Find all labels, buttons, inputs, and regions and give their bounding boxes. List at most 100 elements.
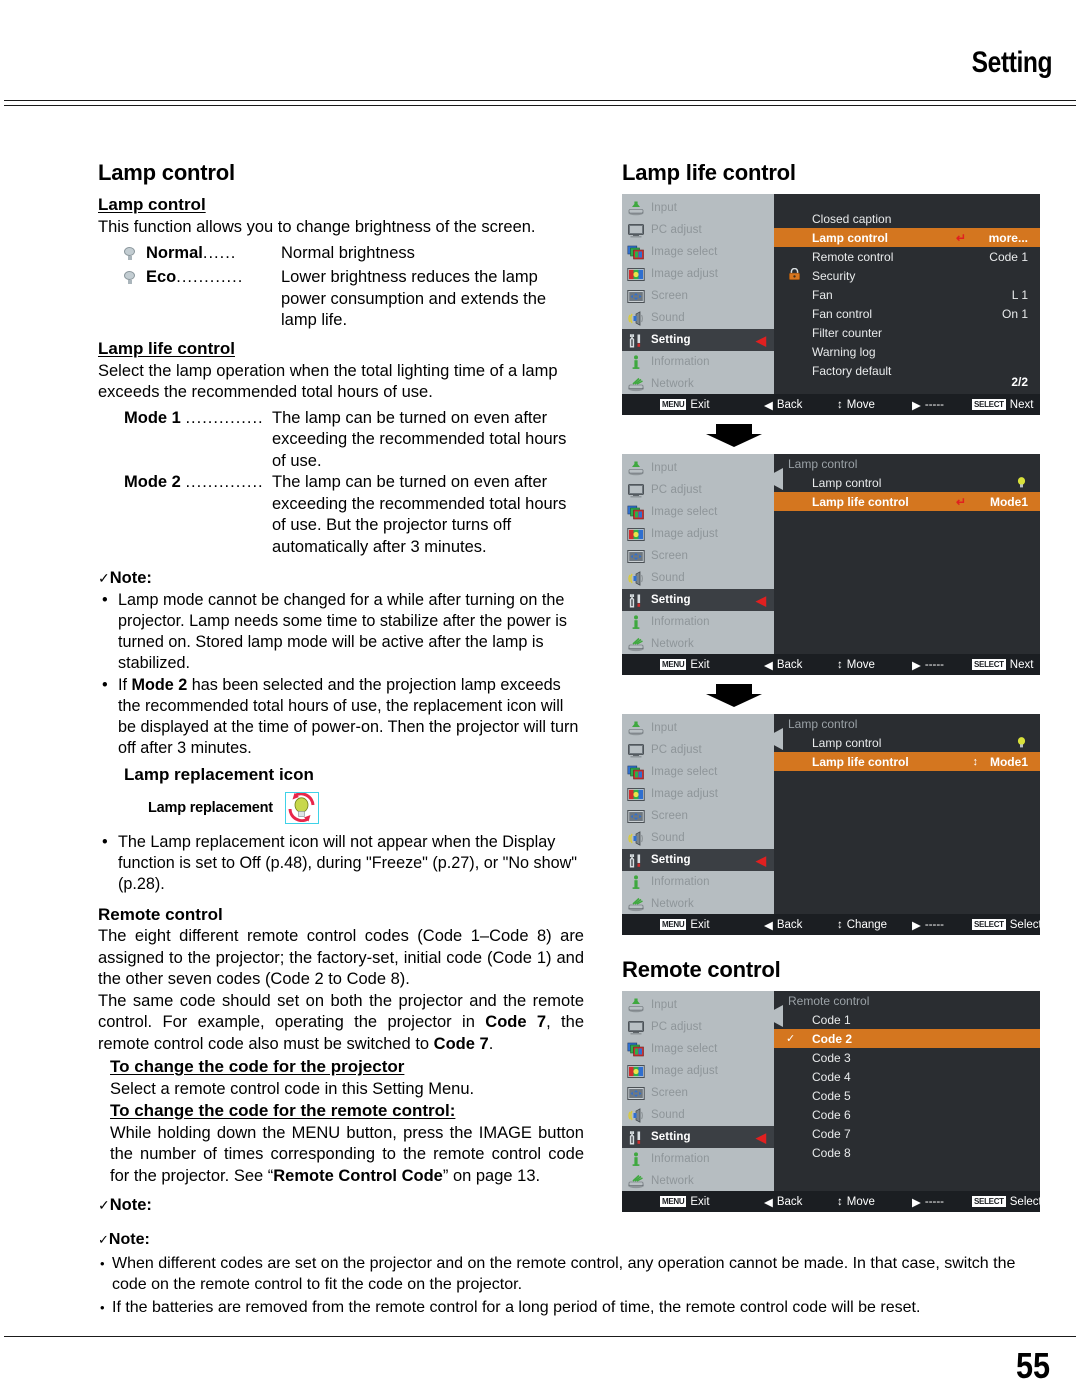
sidebar-item-label: Screen <box>651 810 689 822</box>
footer-move[interactable]: ↕ Move <box>837 399 875 411</box>
bottom-note-block: ✓Note: When different codes are set on t… <box>98 1231 1048 1320</box>
menu-item-label: Fan <box>812 287 833 302</box>
menu-item[interactable]: ↵ Lamp life control Mode1 <box>774 492 1040 511</box>
sidebar-item-network[interactable]: Network <box>622 893 774 915</box>
sidebar-item-setting[interactable]: Setting ◀ <box>622 1126 774 1148</box>
footer-back[interactable]: ◀ Back <box>764 918 802 932</box>
menu-item[interactable]: Warning log <box>774 342 1040 361</box>
sidebar-item-network[interactable]: Network <box>622 1170 774 1192</box>
sidebar-item-network[interactable]: Network <box>622 633 774 655</box>
menu-item[interactable]: Code 6 <box>774 1105 1040 1124</box>
menu-item[interactable]: ↵ Lamp control more... <box>774 228 1040 247</box>
sidebar-item-image-adjust[interactable]: Image adjust <box>622 1060 774 1082</box>
footer-exit[interactable]: MENU Exit <box>660 399 710 411</box>
sidebar-item-image-select[interactable]: Image select <box>622 761 774 783</box>
menu-item[interactable]: Lamp control <box>774 733 1040 752</box>
sidebar-item-sound[interactable]: Sound <box>622 567 774 589</box>
sidebar-item-information[interactable]: Information <box>622 1148 774 1170</box>
footer-exit[interactable]: MENU Exit <box>660 659 710 671</box>
sidebar-item-sound[interactable]: Sound <box>622 827 774 849</box>
right-heading-remote: Remote control <box>622 957 781 982</box>
sidebar-item-image-select[interactable]: Image select <box>622 241 774 263</box>
sidebar-item-label: Information <box>651 616 710 628</box>
footer-select[interactable]: SELECT Next <box>972 399 1033 411</box>
menu-item[interactable]: ✓ Code 2 <box>774 1029 1040 1048</box>
footer-dashes: ▶ ----- <box>912 1195 944 1209</box>
sidebar-item-image-adjust[interactable]: Image adjust <box>622 523 774 545</box>
monitor-icon <box>627 1020 645 1035</box>
sidebar-item-information[interactable]: Information <box>622 351 774 373</box>
menu-item[interactable]: Security <box>774 266 1040 285</box>
sidebar-item-setting[interactable]: Setting ◀ <box>622 849 774 871</box>
menu-item[interactable]: Closed caption <box>774 209 1040 228</box>
menu-item[interactable]: ↕ Lamp life control Mode1 <box>774 752 1040 771</box>
sidebar-item-information[interactable]: Information <box>622 611 774 633</box>
sidebar-item-network[interactable]: Network <box>622 373 774 395</box>
monitor-icon <box>627 743 645 758</box>
sidebar-item-screen[interactable]: Screen <box>622 285 774 307</box>
menu-item-label: Fan control <box>812 306 873 321</box>
footer-back[interactable]: ◀ Back <box>764 398 802 412</box>
network-icon <box>627 377 645 392</box>
footer-move-label: Change <box>846 918 888 931</box>
sidebar-item-pc-adjust[interactable]: PC adjust <box>622 219 774 241</box>
sidebar-item-sound[interactable]: Sound <box>622 307 774 329</box>
updown-arrow-icon: ↕ <box>972 755 979 768</box>
footer-move[interactable]: ↕ Move <box>837 1196 875 1208</box>
footer-exit[interactable]: MENU Exit <box>660 1196 710 1208</box>
sidebar-item-image-adjust[interactable]: Image adjust <box>622 263 774 285</box>
sidebar-item-input[interactable]: Input <box>622 994 774 1016</box>
footer-select[interactable]: SELECT Select <box>972 919 1042 931</box>
menu-item-label: Code 5 <box>812 1088 851 1103</box>
sidebar-item-sound[interactable]: Sound <box>622 1104 774 1126</box>
network-icon <box>627 1174 645 1189</box>
osd-main: Lamp control Lamp control ↕ Lamp life contr… <box>774 714 1040 914</box>
menu-item[interactable]: Code 3 <box>774 1048 1040 1067</box>
lamp-control-submenu-panel[interactable]: Input PC adjust Image select Image adjust Sc… <box>622 454 1040 675</box>
menu-item[interactable]: Factory default <box>774 361 1040 380</box>
menu-item[interactable]: Code 4 <box>774 1067 1040 1086</box>
footer-dashes: ▶ ----- <box>912 398 944 412</box>
sidebar-item-screen[interactable]: Screen <box>622 805 774 827</box>
sidebar-item-image-select[interactable]: Image select <box>622 1038 774 1060</box>
sidebar-item-screen[interactable]: Screen <box>622 1082 774 1104</box>
menu-item[interactable]: Lamp control <box>774 473 1040 492</box>
footer-back[interactable]: ◀ Back <box>764 658 802 672</box>
footer-select[interactable]: SELECT Next <box>972 659 1033 671</box>
footer-move[interactable]: ↕ Move <box>837 659 875 671</box>
sidebar-item-input[interactable]: Input <box>622 717 774 739</box>
footer-move[interactable]: ↕ Change <box>837 919 887 931</box>
footer-back[interactable]: ◀ Back <box>764 1195 802 1209</box>
sidebar-item-label: Image select <box>651 1043 718 1055</box>
menu-item[interactable]: Code 8 <box>774 1143 1040 1162</box>
menu-item[interactable]: Remote control Code 1 <box>774 247 1040 266</box>
menu-item[interactable]: Code 7 <box>774 1124 1040 1143</box>
sidebar-item-input[interactable]: Input <box>622 197 774 219</box>
input-icon <box>627 721 645 736</box>
sidebar-item-label: Information <box>651 876 710 888</box>
menu-item[interactable]: Filter counter <box>774 323 1040 342</box>
menu-item[interactable]: Fan L 1 <box>774 285 1040 304</box>
sidebar-item-image-select[interactable]: Image select <box>622 501 774 523</box>
sidebar-item-pc-adjust[interactable]: PC adjust <box>622 739 774 761</box>
footer-select[interactable]: SELECT Select <box>972 1196 1042 1208</box>
sidebar-item-information[interactable]: Information <box>622 871 774 893</box>
sidebar-item-input[interactable]: Input <box>622 457 774 479</box>
sidebar-item-screen[interactable]: Screen <box>622 545 774 567</box>
menu-item[interactable]: Code 1 <box>774 1010 1040 1029</box>
lamp-life-control-change-panel[interactable]: Input PC adjust Image select Image adjust Sc… <box>622 714 1042 935</box>
remote-control-code-panel[interactable]: Input PC adjust Image select Image adjust Sc… <box>622 991 1042 1212</box>
sidebar-item-setting[interactable]: Setting ◀ <box>622 329 774 351</box>
sidebar-item-pc-adjust[interactable]: PC adjust <box>622 1016 774 1038</box>
footer-select-label: Select <box>1009 918 1042 931</box>
option-term: Normal <box>146 243 203 262</box>
osd-main: Remote control Code 1 ✓ Code 2 Code 3 Code 4 C… <box>774 991 1040 1191</box>
mode-dots: .............. <box>185 473 264 491</box>
sidebar-item-pc-adjust[interactable]: PC adjust <box>622 479 774 501</box>
sidebar-item-image-adjust[interactable]: Image adjust <box>622 783 774 805</box>
setting-menu-panel[interactable]: Input PC adjust Image select Image adjust Sc… <box>622 194 1040 415</box>
footer-exit[interactable]: MENU Exit <box>660 919 710 931</box>
menu-item[interactable]: Code 5 <box>774 1086 1040 1105</box>
menu-item[interactable]: Fan control On 1 <box>774 304 1040 323</box>
sidebar-item-setting[interactable]: Setting ◀ <box>622 589 774 611</box>
